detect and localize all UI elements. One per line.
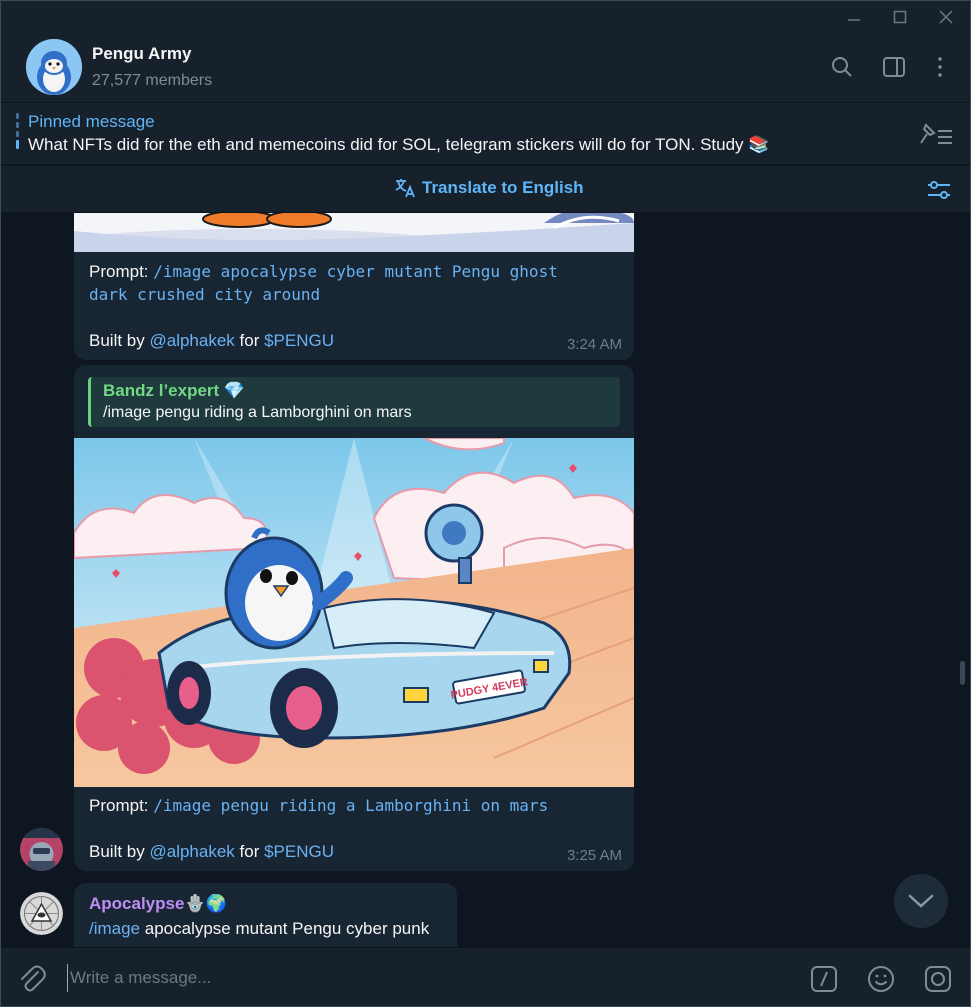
translate-icon — [395, 179, 415, 198]
video-message-button[interactable] — [923, 964, 953, 994]
message-composer — [1, 947, 970, 1006]
sender-avatar[interactable] — [20, 892, 63, 935]
message-time: 3:24 AM — [566, 336, 622, 353]
attach-icon — [21, 965, 46, 992]
pin-list-icon — [920, 123, 952, 144]
minimize-icon — [848, 18, 860, 21]
search-button[interactable] — [827, 52, 857, 82]
message-bubble[interactable]: Apocalypse🪬🌍 /image apocalypse mutant Pe… — [74, 883, 457, 947]
sender-name-label: Apocalypse — [89, 894, 185, 913]
translate-settings-button[interactable] — [926, 178, 952, 202]
pinned-indicator — [16, 113, 19, 155]
bot-command-link[interactable]: /image — [89, 919, 140, 938]
sliders-icon — [928, 181, 950, 199]
pinned-list-button[interactable] — [918, 121, 956, 149]
reply-author: Bandz l’expert 💎 — [103, 381, 246, 400]
message-image[interactable] — [74, 213, 634, 252]
built-by-label: Built by — [89, 331, 150, 350]
group-avatar[interactable] — [26, 39, 82, 95]
generated-image — [74, 213, 634, 252]
member-count: 27,577 members — [92, 72, 213, 89]
pinned-text: What NFTs did for the eth and memecoins … — [28, 135, 770, 154]
attach-button[interactable] — [16, 963, 48, 995]
bot-command-icon — [811, 966, 837, 992]
chat-header: Pengu Army 27,577 members — [1, 32, 970, 103]
all-seeing-eye-icon — [20, 892, 63, 935]
built-for-label: for — [234, 842, 265, 861]
message-bubble[interactable]: Prompt: /image apocalypse cyber mutant P… — [74, 213, 634, 360]
message-image[interactable]: PUDGY 4EVER — [74, 438, 634, 787]
translate-label: Translate to English — [422, 178, 584, 197]
built-by-text: Built by @alphakek for $PENGU — [89, 840, 334, 863]
message-bubble[interactable]: Bandz l’expert 💎 /image pengu riding a L… — [74, 365, 634, 871]
sender-name[interactable]: Apocalypse🪬🌍 — [89, 894, 227, 914]
penguin-avatar-icon — [20, 828, 63, 871]
scrollbar-thumb[interactable] — [960, 661, 965, 685]
prompt-text: Prompt: /image apocalypse cyber mutant P… — [89, 260, 558, 306]
penguin-lamborghini-image: PUDGY 4EVER — [74, 438, 634, 787]
emoji-button[interactable] — [866, 964, 896, 994]
prompt-text: Prompt: /image pengu riding a Lamborghin… — [89, 794, 548, 817]
emoji-icon — [868, 966, 894, 992]
reply-quote[interactable]: Bandz l’expert 💎 /image pengu riding a L… — [88, 377, 620, 427]
bot-commands-button[interactable] — [809, 964, 839, 994]
cashtag-link[interactable]: $PENGU — [264, 331, 334, 350]
search-icon — [832, 57, 852, 77]
chevron-down-icon — [908, 894, 934, 908]
reply-text: /image pengu riding a Lamborghini on mar… — [103, 404, 412, 421]
translate-button[interactable]: Translate to English — [394, 177, 584, 199]
message-text: /image apocalypse mutant Pengu cyber pun… — [89, 917, 429, 940]
close-icon — [939, 9, 953, 24]
translate-bar: Translate to English — [1, 166, 970, 213]
close-button[interactable] — [923, 1, 969, 32]
penguin-avatar-icon — [26, 39, 82, 95]
scroll-to-bottom-button[interactable] — [894, 874, 948, 928]
prompt-code[interactable]: /image pengu riding a Lamborghini on mar… — [153, 796, 548, 815]
sender-emoji: 🪬🌍 — [184, 894, 227, 913]
sidebar-toggle-button[interactable] — [879, 52, 909, 82]
sidebar-toggle-icon — [883, 57, 905, 77]
prompt-code[interactable]: /image apocalypse cyber mutant Pengu gho… — [153, 262, 558, 281]
minimize-button[interactable] — [831, 1, 877, 32]
more-vert-icon — [938, 57, 942, 77]
message-list[interactable]: Prompt: /image apocalypse cyber mutant P… — [1, 213, 970, 947]
title-bar — [1, 1, 970, 32]
sender-avatar[interactable] — [20, 828, 63, 871]
mention-link[interactable]: @alphakek — [149, 842, 234, 861]
maximize-button[interactable] — [877, 1, 923, 32]
built-by-text: Built by @alphakek for $PENGU — [89, 329, 334, 352]
message-body: apocalypse mutant Pengu cyber punk — [140, 919, 430, 938]
pinned-title: Pinned message — [28, 112, 155, 131]
mention-link[interactable]: @alphakek — [149, 331, 234, 350]
chat-title[interactable]: Pengu Army — [92, 44, 192, 64]
message-input[interactable] — [67, 964, 767, 992]
prompt-code[interactable]: dark crushed city around — [89, 285, 320, 304]
camera-icon — [925, 966, 951, 992]
prompt-label: Prompt: — [89, 262, 154, 281]
built-by-label: Built by — [89, 842, 150, 861]
more-button[interactable] — [925, 52, 955, 82]
message-time: 3:25 AM — [566, 847, 622, 864]
maximize-icon — [893, 10, 907, 23]
pinned-message-bar[interactable]: Pinned message What NFTs did for the eth… — [1, 103, 970, 165]
prompt-label: Prompt: — [89, 796, 154, 815]
cashtag-link[interactable]: $PENGU — [264, 842, 334, 861]
telegram-window: Pengu Army 27,577 members Pinned message… — [0, 0, 971, 1007]
built-for-label: for — [234, 331, 265, 350]
